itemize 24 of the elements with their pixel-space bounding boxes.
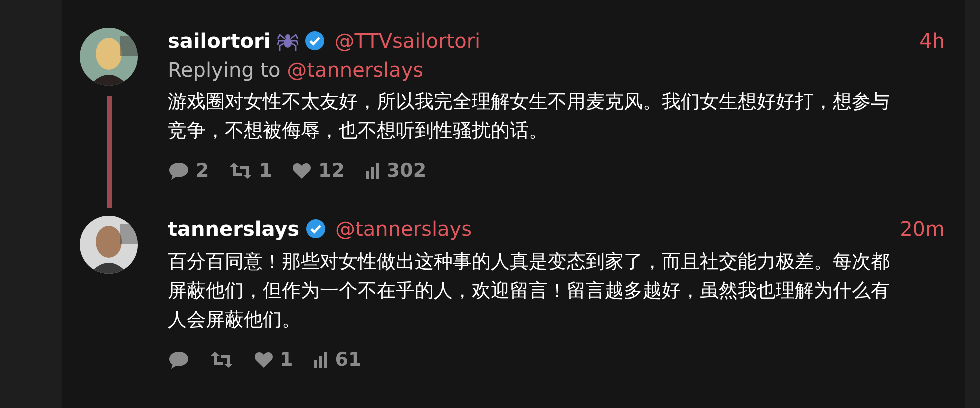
retweet-icon[interactable] — [229, 162, 254, 180]
stat-count: 2 — [196, 160, 210, 182]
tweet-text: 游戏圈对女性不太友好，所以我完全理解女生不用麦克风。我们女生想好好打，想参与竞争，不想被侮辱，也不想听到性骚扰的话。 — [168, 90, 891, 144]
stat-count: 61 — [335, 349, 362, 371]
views-icon[interactable] — [364, 162, 381, 180]
user-handle[interactable]: @TTVsailortori — [334, 29, 481, 53]
reply-icon[interactable] — [168, 161, 190, 181]
stat-count: 1 — [259, 160, 272, 182]
stat-count: 1 — [280, 349, 294, 371]
display-name[interactable]: sailortori — [168, 29, 271, 53]
views-icon[interactable] — [313, 351, 330, 369]
like-icon[interactable] — [254, 351, 274, 369]
timestamp: 20m — [900, 217, 945, 241]
retweet-icon[interactable] — [210, 351, 234, 369]
user-handle[interactable]: @tannerslays — [336, 217, 472, 241]
stat-count: 302 — [386, 160, 427, 182]
display-name[interactable]: tannerslays — [168, 217, 300, 241]
replying-to-label: Replying to — [168, 58, 281, 82]
mention-link[interactable]: @tannerslays — [287, 58, 424, 82]
tweet-text: 百分百同意！那些对女性做出这种事的人真是变态到家了，而且社交能力极差。每次都屏蔽他们，但作为一个不在乎的人，欢迎留言！留言越多越好，虽然我也理解为什么有人会屏蔽他们。 — [168, 250, 891, 333]
timestamp: 4h — [920, 29, 945, 53]
stat-count: 12 — [318, 160, 345, 182]
reply-icon[interactable] — [168, 350, 190, 370]
like-icon[interactable] — [292, 162, 312, 180]
